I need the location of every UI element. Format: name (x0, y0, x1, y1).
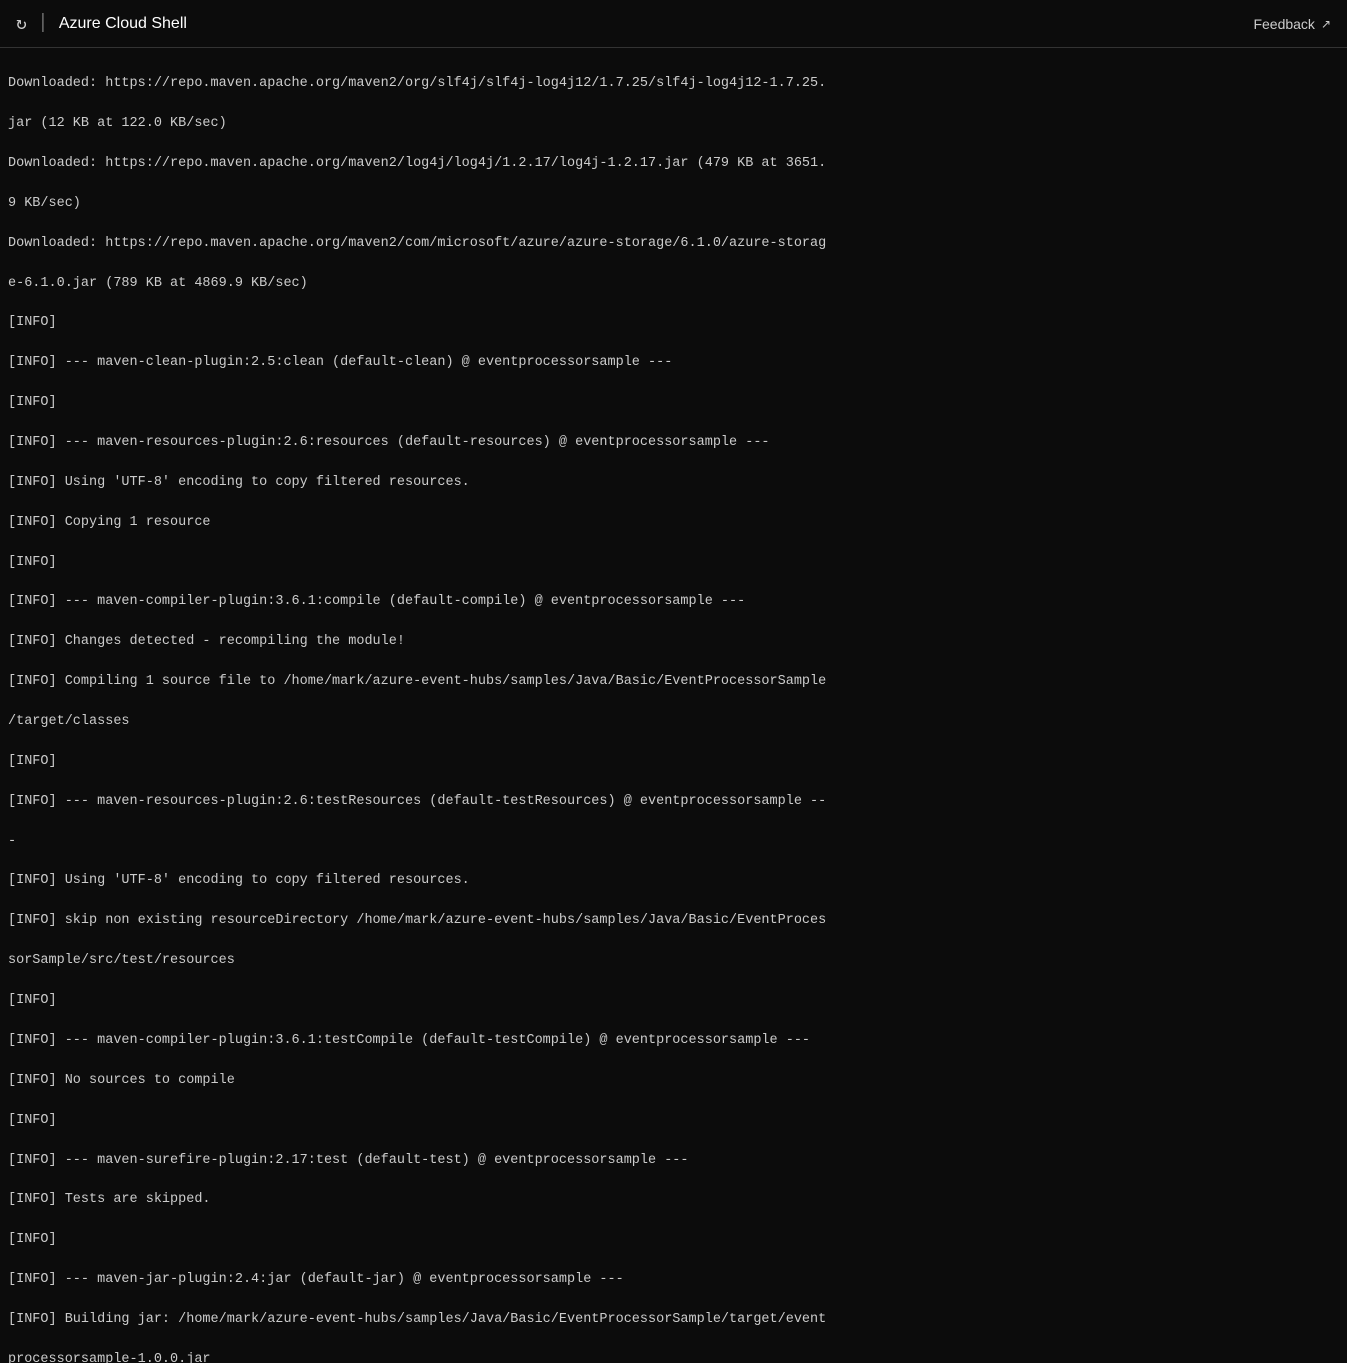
terminal-line: [INFO] Changes detected - recompiling th… (8, 632, 1339, 652)
terminal-line: [INFO] (8, 553, 1339, 573)
terminal-line: [INFO] (8, 1230, 1339, 1250)
feedback-label: Feedback (1253, 16, 1314, 32)
terminal-line: [INFO] Using 'UTF-8' encoding to copy fi… (8, 871, 1339, 891)
title-bar-left: ↻ | Azure Cloud Shell (16, 12, 187, 35)
terminal-line: [INFO] (8, 991, 1339, 1011)
terminal-line: [INFO] --- maven-resources-plugin:2.6:re… (8, 433, 1339, 453)
terminal-line: [INFO] Building jar: /home/mark/azure-ev… (8, 1310, 1339, 1330)
terminal-body[interactable]: Downloaded: https://repo.maven.apache.or… (0, 48, 1347, 1363)
terminal-line: [INFO] --- maven-compiler-plugin:3.6.1:t… (8, 1031, 1339, 1051)
terminal-line: [INFO] --- maven-jar-plugin:2.4:jar (def… (8, 1270, 1339, 1290)
feedback-button[interactable]: Feedback ↗ (1253, 16, 1331, 32)
terminal-line: Downloaded: https://repo.maven.apache.or… (8, 234, 1339, 254)
terminal-line: [INFO] --- maven-clean-plugin:2.5:clean … (8, 353, 1339, 373)
terminal-line: e-6.1.0.jar (789 KB at 4869.9 KB/sec) (8, 274, 1339, 294)
refresh-icon[interactable]: ↻ (16, 13, 27, 35)
terminal-line: [INFO] --- maven-compiler-plugin:3.6.1:c… (8, 592, 1339, 612)
terminal-line: [INFO] (8, 752, 1339, 772)
terminal-line: processorsample-1.0.0.jar (8, 1350, 1339, 1363)
terminal-line: jar (12 KB at 122.0 KB/sec) (8, 114, 1339, 134)
terminal-line: [INFO] --- maven-surefire-plugin:2.17:te… (8, 1151, 1339, 1171)
terminal-line: [INFO] (8, 393, 1339, 413)
terminal-line: [INFO] Copying 1 resource (8, 513, 1339, 533)
terminal-line: Downloaded: https://repo.maven.apache.or… (8, 74, 1339, 94)
terminal-line: [INFO] Compiling 1 source file to /home/… (8, 672, 1339, 692)
terminal-line: [INFO] (8, 1111, 1339, 1131)
terminal-line: [INFO] Tests are skipped. (8, 1190, 1339, 1210)
terminal-line: - (8, 832, 1339, 852)
app-title: Azure Cloud Shell (59, 15, 187, 33)
terminal-line: Downloaded: https://repo.maven.apache.or… (8, 154, 1339, 174)
external-link-icon: ↗ (1321, 17, 1331, 31)
terminal-line: /target/classes (8, 712, 1339, 732)
terminal-line: 9 KB/sec) (8, 194, 1339, 214)
terminal-line: [INFO] --- maven-resources-plugin:2.6:te… (8, 792, 1339, 812)
separator: | (37, 12, 49, 35)
terminal-line: [INFO] skip non existing resourceDirecto… (8, 911, 1339, 931)
terminal-line: [INFO] (8, 313, 1339, 333)
terminal-line: sorSample/src/test/resources (8, 951, 1339, 971)
terminal-line: [INFO] Using 'UTF-8' encoding to copy fi… (8, 473, 1339, 493)
terminal-line: [INFO] No sources to compile (8, 1071, 1339, 1091)
title-bar: ↻ | Azure Cloud Shell Feedback ↗ (0, 0, 1347, 48)
